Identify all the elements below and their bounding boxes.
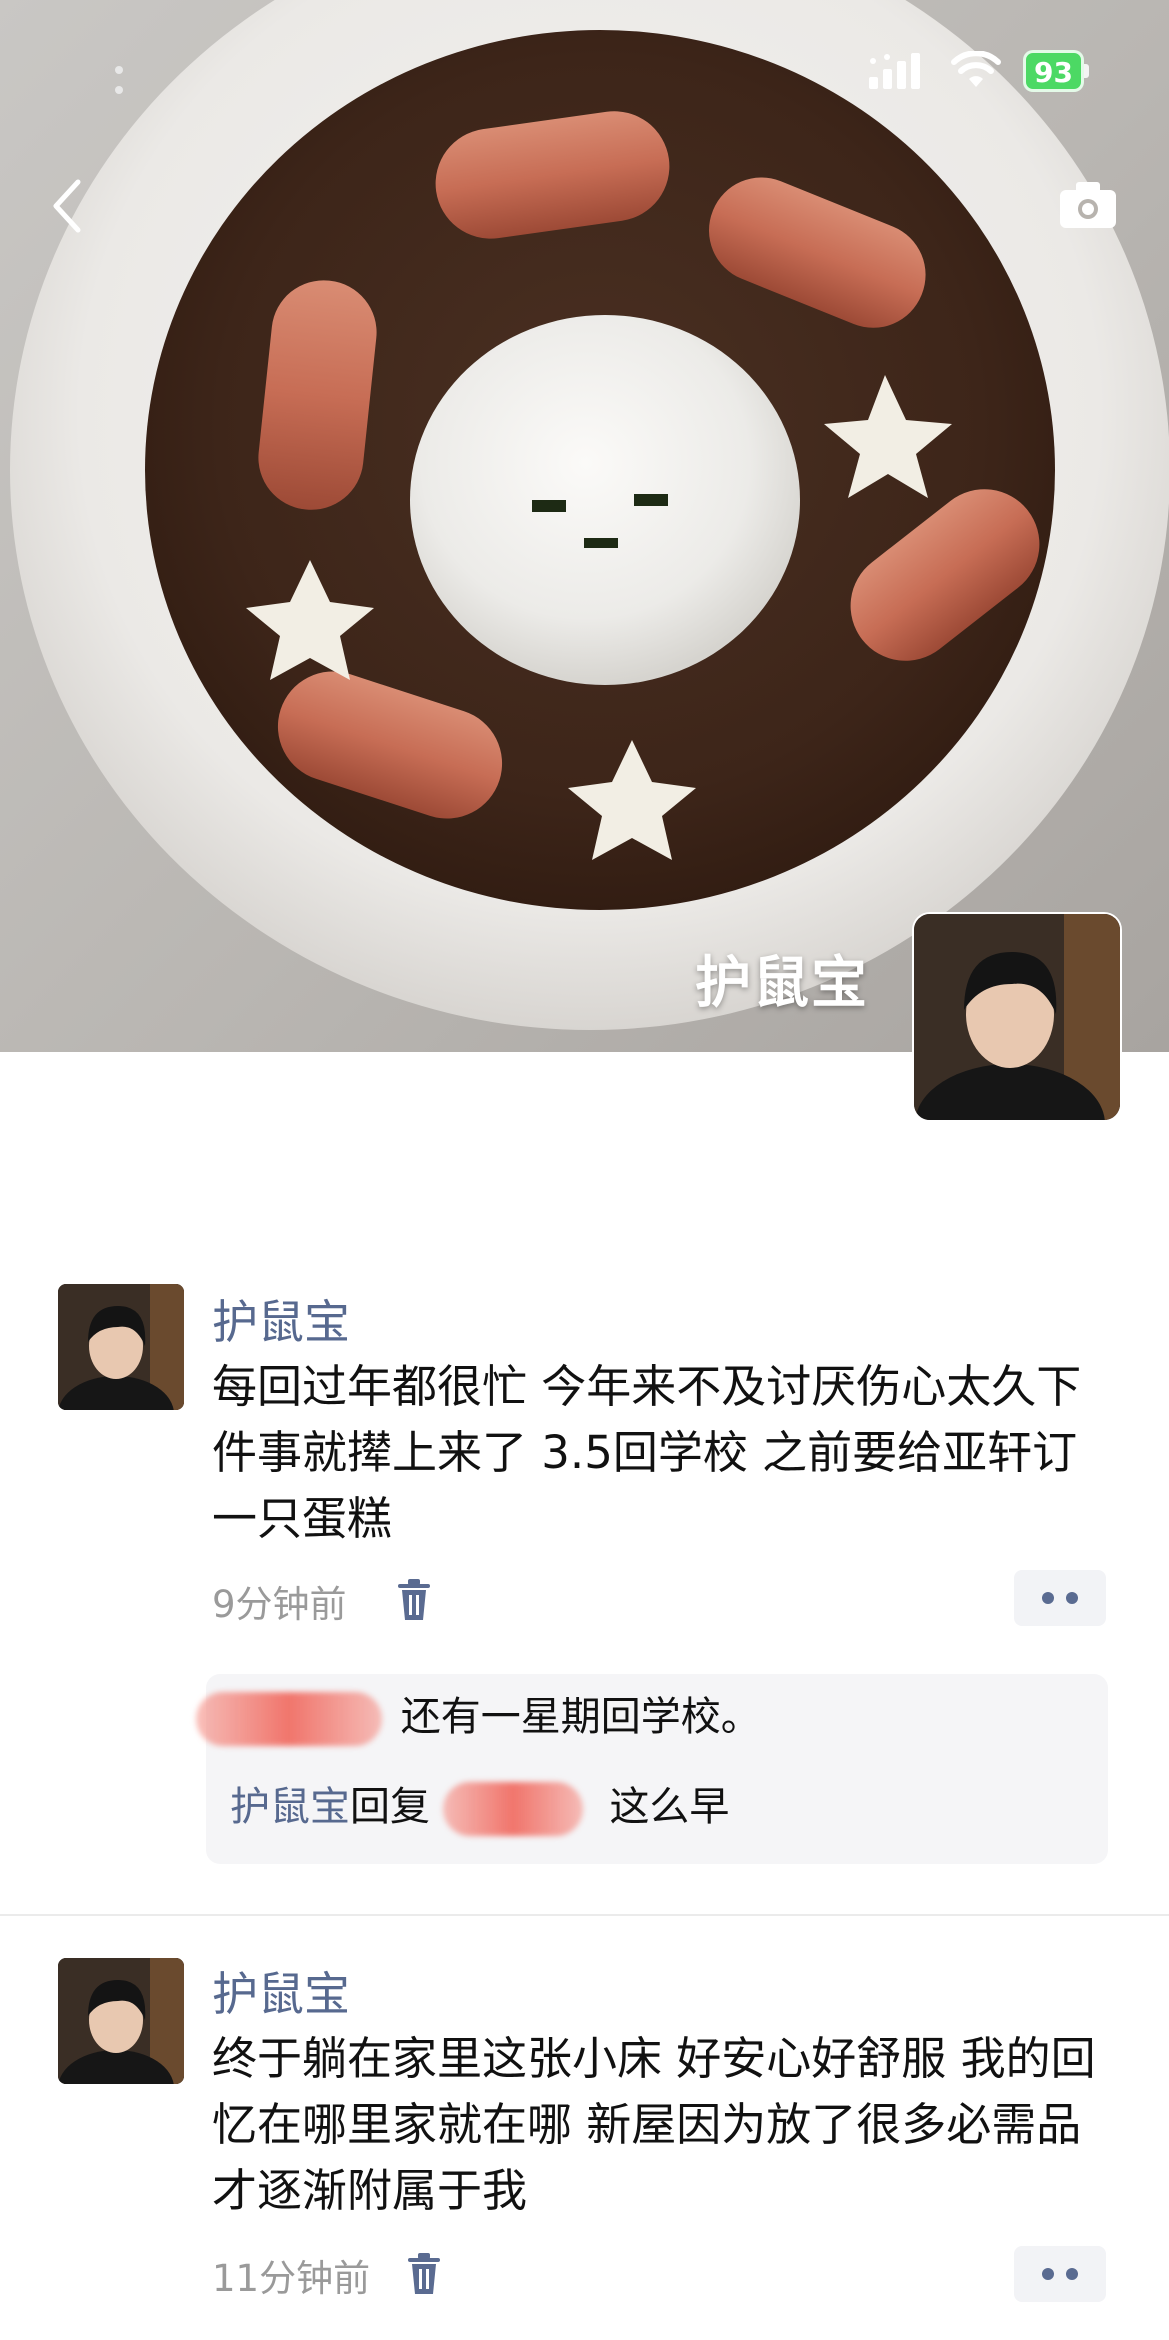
divider <box>0 1914 1169 1916</box>
post-author-avatar[interactable] <box>58 1284 184 1410</box>
trash-icon[interactable] <box>396 1578 432 1622</box>
status-bar: 93 <box>869 50 1089 92</box>
dot <box>1066 1592 1078 1604</box>
reply-word: 回复 <box>350 1784 430 1830</box>
comment-row[interactable]: 还有一星期回学校。 <box>196 1684 761 1746</box>
avatar-image <box>58 1958 184 2084</box>
trash-icon[interactable] <box>406 2252 442 2296</box>
redacted-name <box>442 1782 583 1836</box>
post-time: 11分钟前 <box>212 2257 371 2300</box>
status-dots-icon <box>115 66 123 94</box>
more-dots-button[interactable] <box>1014 2246 1106 2302</box>
curry-rice-photo <box>10 0 1169 1030</box>
signal-icon <box>869 53 921 89</box>
dot <box>1042 2268 1054 2280</box>
comment-author[interactable]: 护鼠宝 <box>230 1784 350 1830</box>
comment-text: 还有一星期回学校。 <box>400 1694 761 1740</box>
post-author-name[interactable]: 护鼠宝 <box>212 1958 350 2024</box>
comment-row[interactable]: 护鼠宝回复 这么早 <box>230 1774 729 1836</box>
cover-photo[interactable]: 93 护鼠宝 <box>0 0 1169 1052</box>
battery-indicator: 93 <box>1023 50 1089 92</box>
post-author-avatar[interactable] <box>58 1958 184 2084</box>
cover-owner-name: 护鼠宝 <box>695 951 869 1016</box>
wifi-icon <box>951 51 1002 87</box>
redacted-name <box>196 1692 382 1746</box>
post-author-name[interactable]: 护鼠宝 <box>212 1286 350 1352</box>
dot <box>1042 1592 1054 1604</box>
comment-text: 这么早 <box>609 1784 730 1830</box>
comment-box: 还有一星期回学校。 护鼠宝回复 这么早 <box>196 1674 1108 1864</box>
avatar-image <box>58 1284 184 1410</box>
dot <box>1066 2268 1078 2280</box>
camera-icon[interactable] <box>1058 180 1118 230</box>
more-dots-button[interactable] <box>1014 1570 1106 1626</box>
profile-avatar[interactable] <box>912 912 1122 1122</box>
battery-level: 93 <box>1023 50 1084 92</box>
post-text: 每回过年都很忙 今年来不及讨厌伤心太久下件事就撵上来了 3.5回学校 之前要给亚… <box>212 1360 1082 1545</box>
post-text: 终于躺在家里这张小床 好安心好舒服 我的回忆在哪里家就在哪 新屋因为放了很多必需… <box>212 2032 1096 2217</box>
post-time: 9分钟前 <box>212 1583 347 1626</box>
chevron-left-icon[interactable] <box>48 176 88 236</box>
avatar-image <box>914 914 1120 1120</box>
